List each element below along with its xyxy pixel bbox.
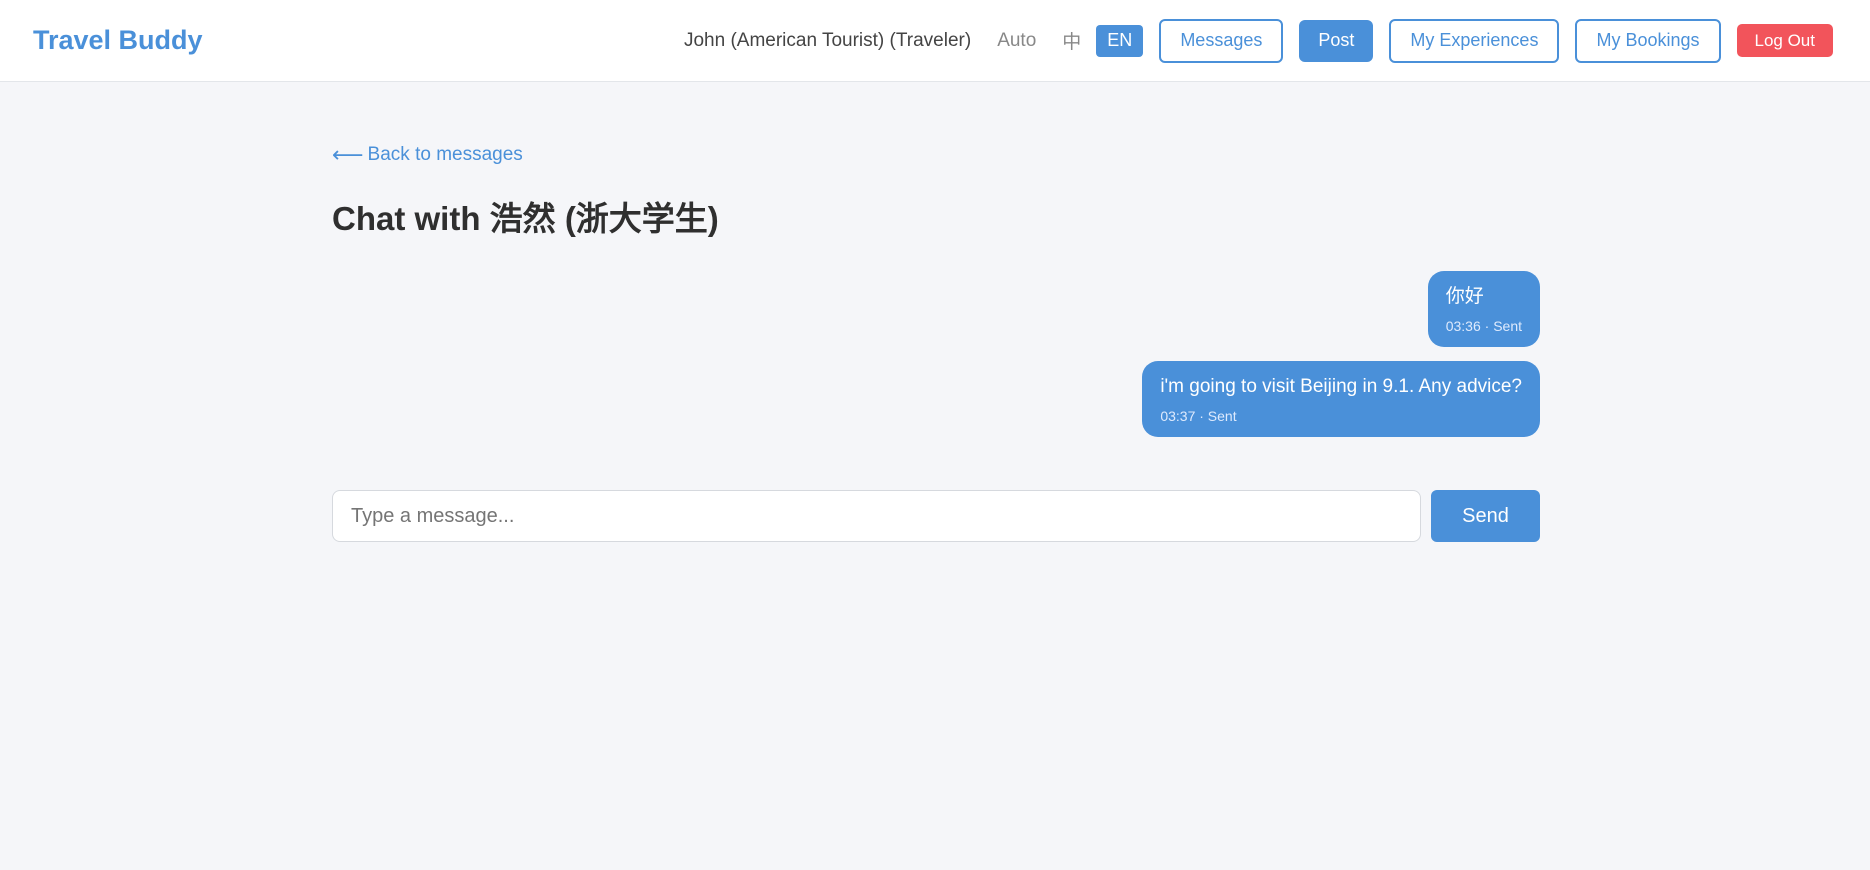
message-composer: Send (332, 490, 1540, 542)
message-input[interactable] (332, 490, 1421, 542)
brand-logo[interactable]: Travel Buddy (33, 25, 203, 56)
message-meta: 03:36 · Sent (1445, 318, 1522, 334)
nav-actions: John (American Tourist) (Traveler) Auto … (683, 18, 1833, 63)
message-meta: 03:37 · Sent (1160, 408, 1237, 424)
back-arrow-icon: ⟵ (332, 142, 364, 167)
message-text: 你好 (1445, 286, 1484, 307)
language-english-option[interactable]: EN (1096, 24, 1144, 57)
page-title: Chat with 浩然 (浙大学生) (332, 200, 719, 237)
post-button[interactable]: Post (1299, 19, 1374, 62)
message-list: 你好 03:36 · Sent i'm going to visit Beiji… (332, 271, 1540, 451)
my-bookings-button[interactable]: My Bookings (1575, 18, 1721, 63)
send-button[interactable]: Send (1431, 490, 1540, 542)
message-bubble: i'm going to visit Beijing in 9.1. Any a… (1142, 361, 1540, 437)
my-experiences-button[interactable]: My Experiences (1389, 18, 1560, 63)
language-auto-option[interactable]: Auto (997, 30, 1036, 52)
language-chinese-option[interactable]: 中 (1062, 27, 1081, 54)
logout-button[interactable]: Log Out (1736, 24, 1833, 57)
current-user-label: John (American Tourist) (Traveler) (683, 29, 972, 51)
message-text: i'm going to visit Beijing in 9.1. Any a… (1160, 376, 1522, 397)
back-link-label: Back to messages (367, 144, 523, 165)
back-to-messages-link[interactable]: ⟵ Back to messages (332, 144, 523, 166)
top-navbar: Travel Buddy John (American Tourist) (Tr… (0, 0, 1870, 82)
message-bubble: 你好 03:36 · Sent (1427, 271, 1540, 347)
messages-button[interactable]: Messages (1159, 18, 1284, 63)
